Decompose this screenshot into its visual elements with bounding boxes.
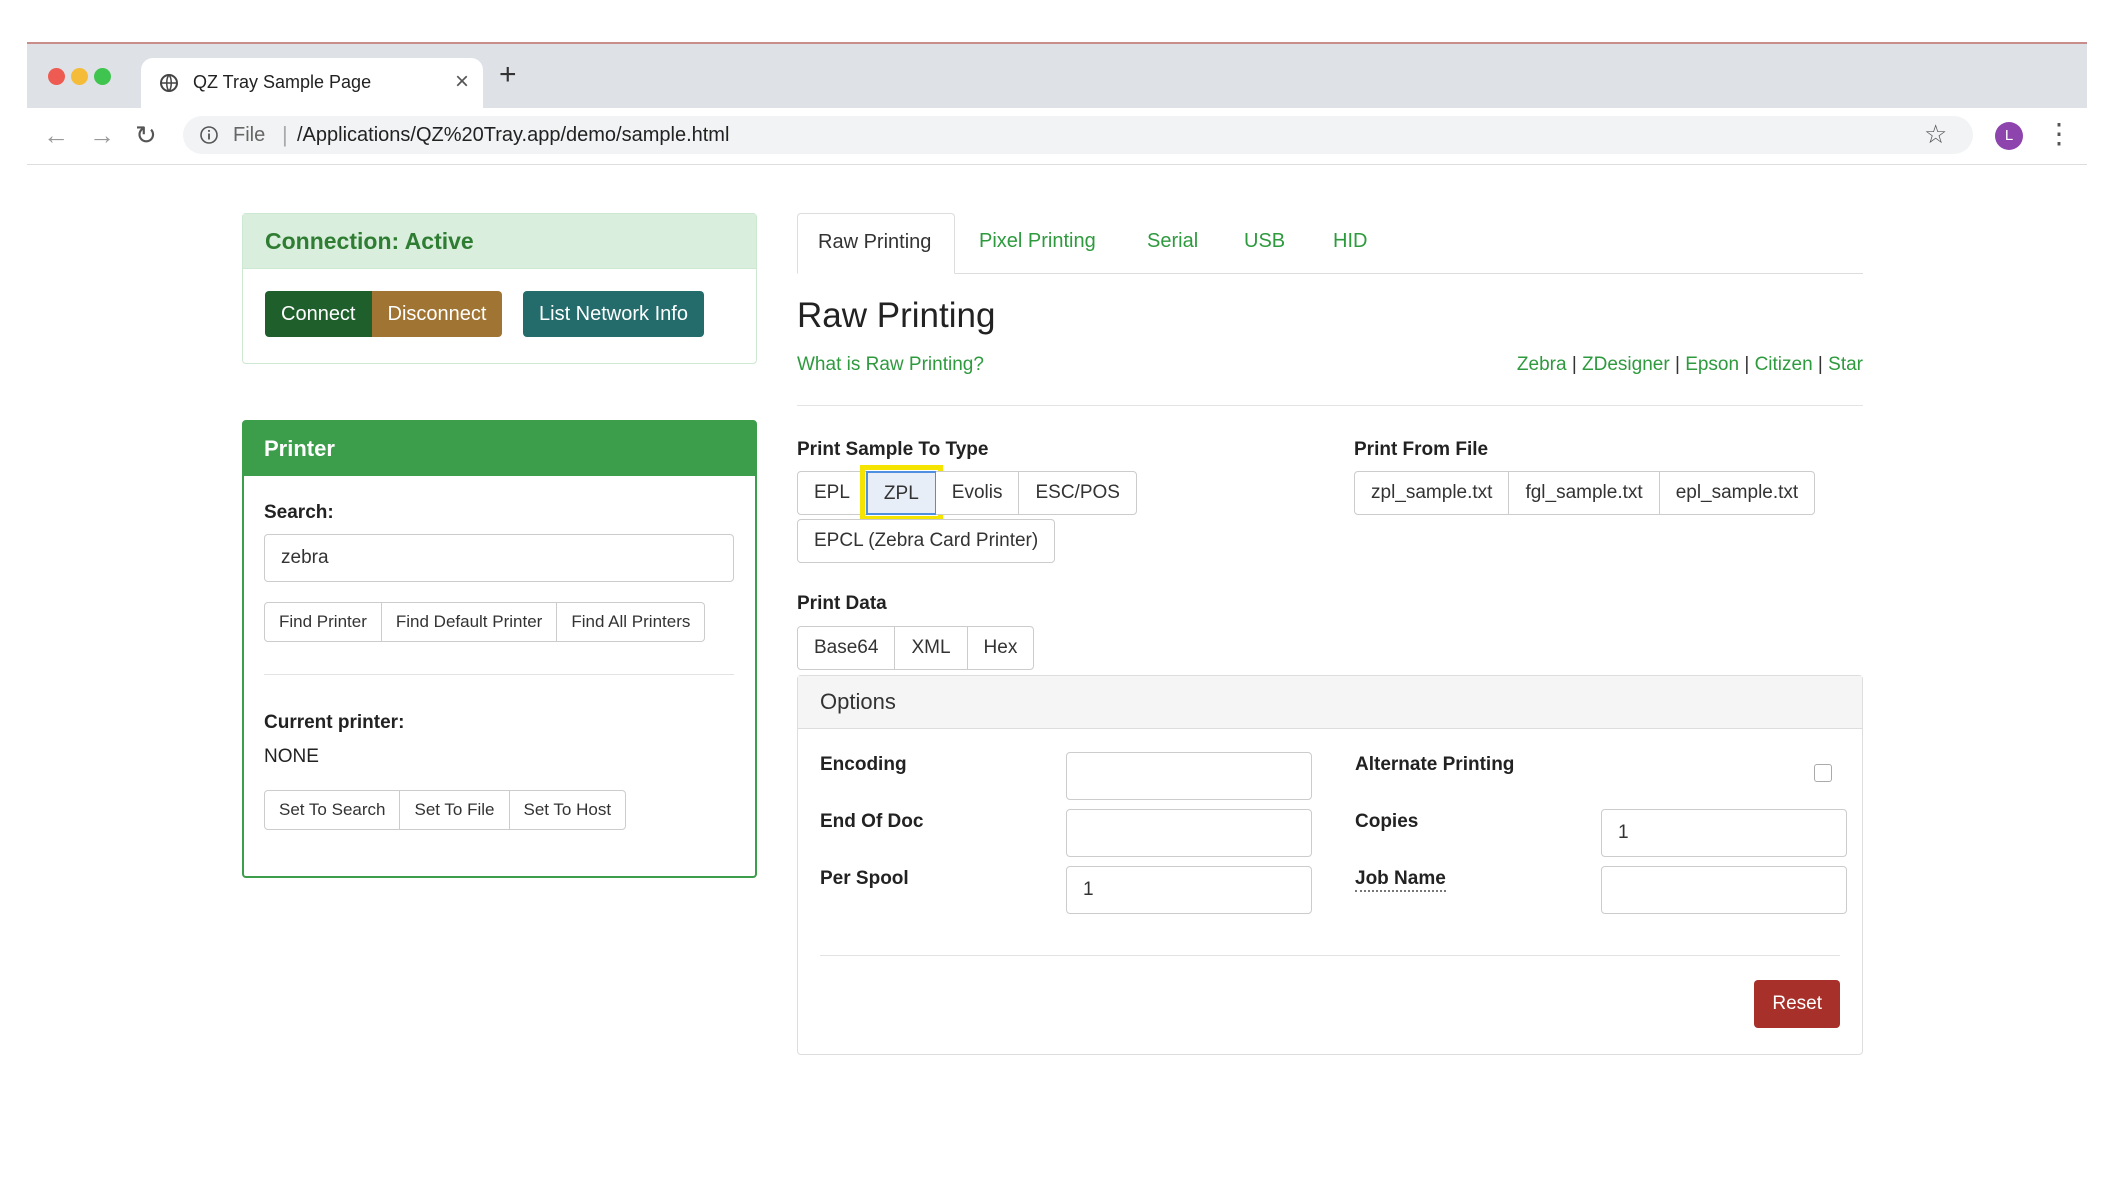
find-printer-button-group: Find Printer Find Default Printer Find A… (264, 602, 706, 642)
page-content: Connection: Active Connect Disconnect Li… (27, 168, 2087, 1194)
copies-label: Copies (1355, 811, 1419, 832)
sample-type-button-group: EPL ZPL Evolis ESC/POS (797, 465, 1137, 521)
browser-window: QZ Tray Sample Page × + ← → ↻ File | /Ap… (27, 42, 2087, 1194)
what-is-raw-printing-link[interactable]: What is Raw Printing? (797, 354, 984, 376)
vendor-link-zebra[interactable]: Zebra (1517, 354, 1567, 375)
current-printer-label: Current printer: (264, 712, 405, 733)
xml-button[interactable]: XML (894, 626, 968, 670)
minimize-window-button[interactable] (71, 68, 88, 85)
new-tab-icon[interactable]: + (499, 58, 517, 92)
connection-status: Connection: Active (243, 214, 756, 269)
epl-sample-file-button[interactable]: epl_sample.txt (1658, 471, 1816, 515)
fgl-sample-file-button[interactable]: fgl_sample.txt (1508, 471, 1660, 515)
print-data-button-group: Base64 XML Hex (797, 626, 1035, 670)
options-title: Options (798, 676, 1862, 729)
printer-panel-title: Printer (244, 422, 755, 476)
copies-input[interactable] (1601, 809, 1847, 857)
end-of-doc-input[interactable] (1066, 809, 1312, 857)
tab-strip: QZ Tray Sample Page × + (27, 44, 2087, 108)
address-bar[interactable]: File | /Applications/QZ%20Tray.app/demo/… (183, 116, 1973, 154)
set-printer-button-group: Set To Search Set To File Set To Host (264, 790, 627, 830)
tab-serial[interactable]: Serial (1147, 213, 1198, 273)
find-default-printer-button[interactable]: Find Default Printer (380, 602, 558, 642)
close-window-button[interactable] (48, 68, 65, 85)
file-button-group: zpl_sample.txt fgl_sample.txt epl_sample… (1354, 471, 1816, 515)
alternate-printing-checkbox[interactable] (1814, 764, 1832, 782)
current-printer-value: NONE (264, 746, 319, 767)
info-icon[interactable] (199, 125, 219, 150)
vendor-links: Zebra | ZDesigner | Epson | Citizen | St… (1517, 354, 1863, 376)
encoding-input[interactable] (1066, 752, 1312, 800)
find-all-printers-button[interactable]: Find All Printers (556, 602, 706, 642)
url-scheme: File (233, 124, 266, 146)
printing-tabs: Raw Printing Pixel Printing Serial USB H… (797, 213, 1863, 274)
vendor-separator: | (1674, 354, 1680, 375)
vendor-link-epson[interactable]: Epson (1685, 354, 1739, 375)
vendor-separator: | (1571, 354, 1577, 375)
set-to-host-button[interactable]: Set To Host (508, 790, 627, 830)
close-tab-icon[interactable]: × (455, 68, 469, 96)
divider (820, 955, 1840, 956)
disconnect-button[interactable]: Disconnect (371, 291, 503, 337)
vendor-link-zdesigner[interactable]: ZDesigner (1582, 354, 1670, 375)
vendor-link-star[interactable]: Star (1828, 354, 1863, 375)
browser-tab[interactable]: QZ Tray Sample Page × (141, 58, 483, 108)
tab-raw-printing[interactable]: Raw Printing (797, 213, 955, 274)
url-text[interactable]: /Applications/QZ%20Tray.app/demo/sample.… (297, 124, 729, 147)
per-spool-input[interactable] (1066, 866, 1312, 914)
hex-button[interactable]: Hex (966, 626, 1035, 670)
vendor-link-citizen[interactable]: Citizen (1755, 354, 1813, 375)
divider (797, 405, 1863, 406)
url-separator: | (282, 122, 288, 147)
sample-type-epl-button[interactable]: EPL (797, 471, 867, 515)
sample-type-epcl-button[interactable]: EPCL (Zebra Card Printer) (797, 519, 1056, 563)
print-data-label: Print Data (797, 593, 887, 614)
options-panel: Options Encoding End Of Doc Per Spool Al… (797, 675, 1863, 1055)
divider (264, 674, 734, 675)
connect-button[interactable]: Connect (265, 291, 372, 337)
menu-dots-icon[interactable]: ⋮ (2045, 117, 2073, 150)
sample-type-evolis-button[interactable]: Evolis (935, 471, 1020, 515)
print-sample-type-label: Print Sample To Type (797, 439, 989, 460)
reset-button[interactable]: Reset (1754, 980, 1840, 1028)
printer-search-input[interactable] (264, 534, 734, 582)
job-name-label: Job Name (1355, 868, 1446, 892)
tab-title: QZ Tray Sample Page (193, 72, 372, 92)
encoding-label: Encoding (820, 754, 907, 775)
tab-usb[interactable]: USB (1244, 213, 1285, 273)
browser-toolbar: ← → ↻ File | /Applications/QZ%20Tray.app… (27, 108, 2087, 165)
set-to-file-button[interactable]: Set To File (399, 790, 510, 830)
per-spool-label: Per Spool (820, 868, 909, 889)
vendor-separator: | (1817, 354, 1823, 375)
end-of-doc-label: End Of Doc (820, 811, 924, 832)
search-label: Search: (264, 502, 334, 523)
print-from-file-label: Print From File (1354, 439, 1489, 460)
sample-type-escpos-button[interactable]: ESC/POS (1018, 471, 1137, 515)
zoom-window-button[interactable] (94, 68, 111, 85)
connection-button-group: Connect Disconnect (265, 291, 503, 337)
job-name-input[interactable] (1601, 866, 1847, 914)
connection-panel: Connection: Active Connect Disconnect Li… (242, 213, 757, 364)
bookmark-star-icon[interactable]: ☆ (1924, 119, 1947, 150)
page-title: Raw Printing (797, 296, 996, 335)
profile-avatar[interactable]: L (1995, 122, 2023, 150)
zpl-sample-file-button[interactable]: zpl_sample.txt (1354, 471, 1510, 515)
vendor-separator: | (1744, 354, 1750, 375)
sample-type-zpl-button[interactable]: ZPL (859, 465, 943, 521)
globe-icon (159, 73, 179, 98)
back-arrow-icon[interactable]: ← (43, 120, 69, 151)
set-to-search-button[interactable]: Set To Search (264, 790, 401, 830)
list-network-info-button[interactable]: List Network Info (523, 291, 704, 337)
find-printer-button[interactable]: Find Printer (264, 602, 382, 642)
base64-button[interactable]: Base64 (797, 626, 896, 670)
forward-arrow-icon[interactable]: → (89, 120, 115, 151)
printer-panel: Printer Search: Find Printer Find Defaul… (242, 420, 757, 878)
tab-hid[interactable]: HID (1333, 213, 1367, 273)
reload-icon[interactable]: ↻ (135, 120, 157, 151)
tab-pixel-printing[interactable]: Pixel Printing (979, 213, 1096, 273)
alternate-printing-label: Alternate Printing (1355, 754, 1515, 775)
